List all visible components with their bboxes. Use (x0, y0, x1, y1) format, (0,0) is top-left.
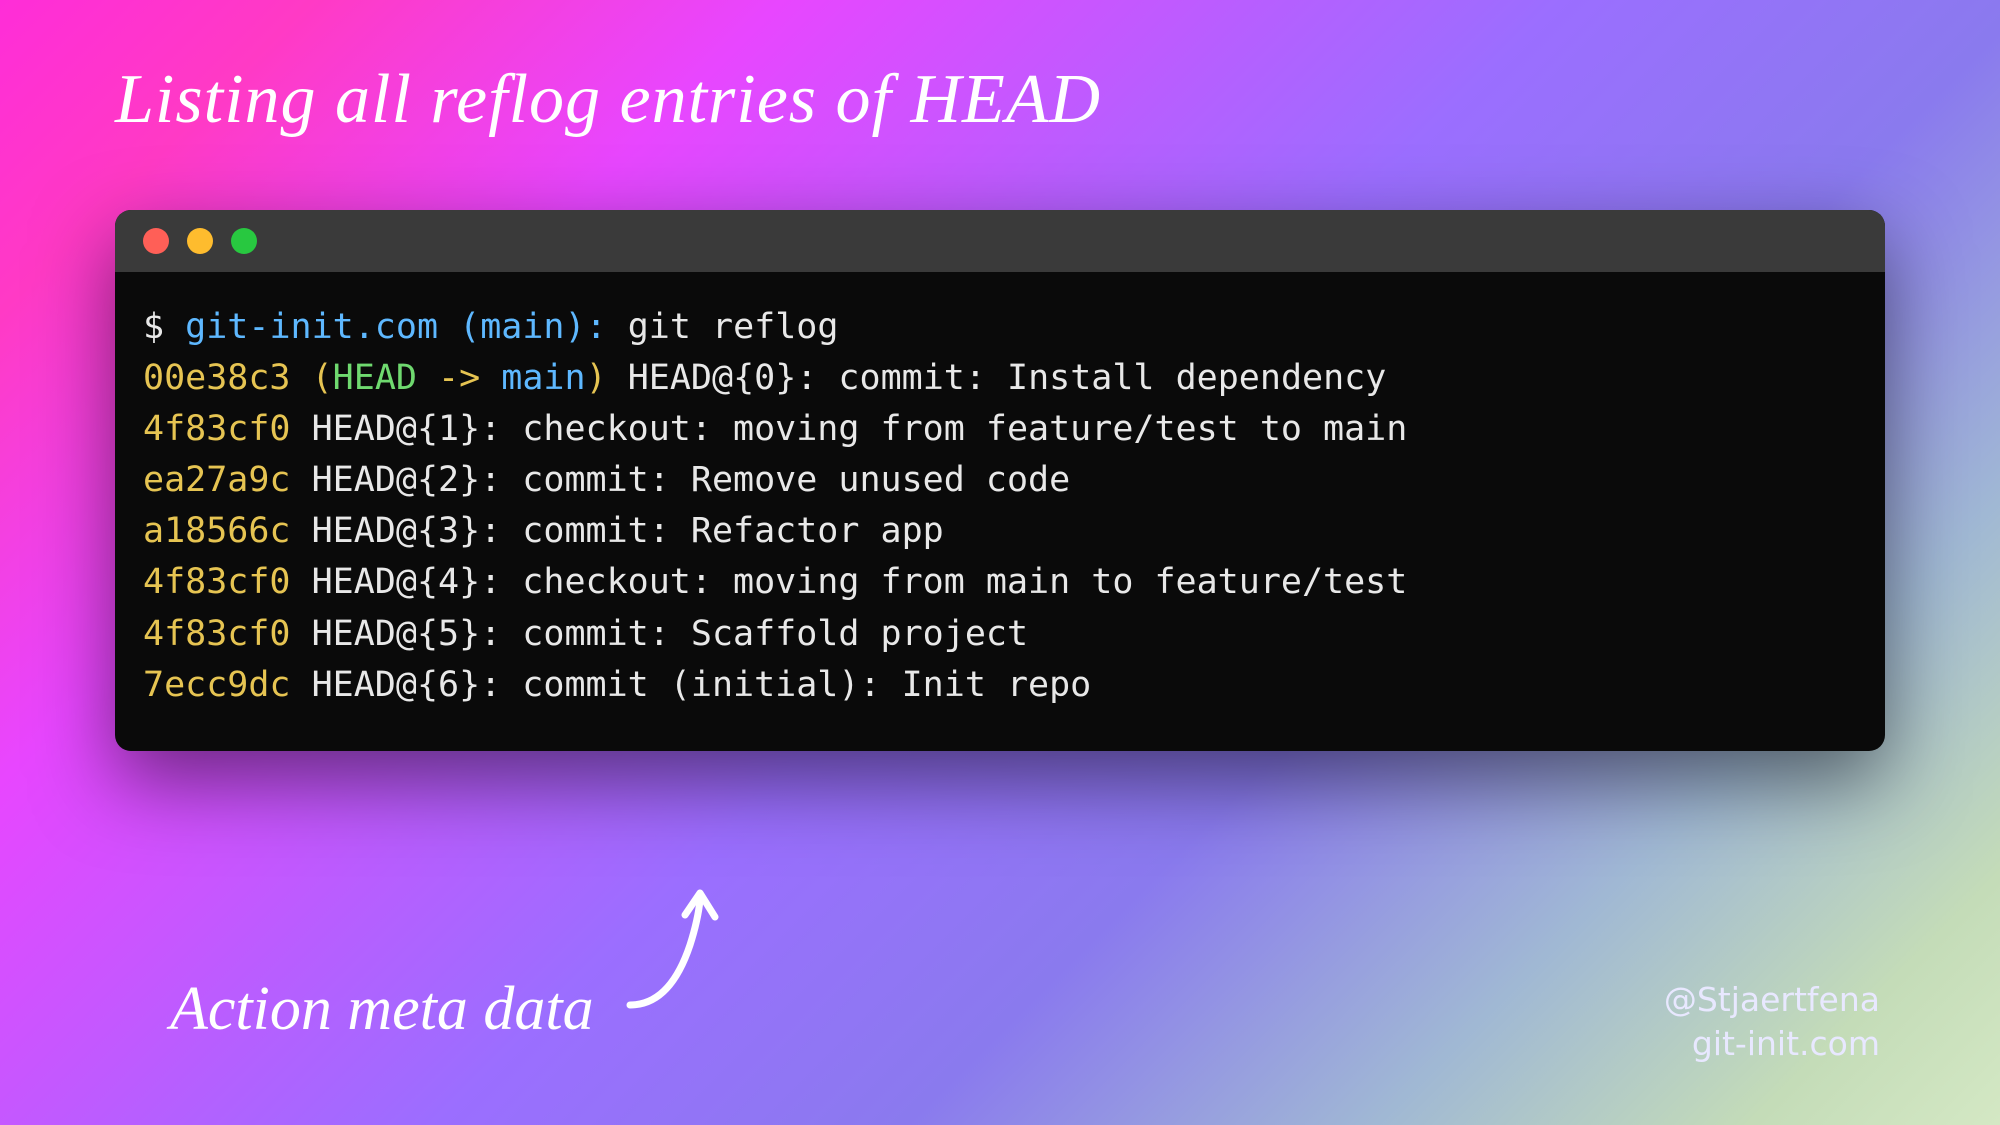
reflog-message: HEAD@{3}: commit: Refactor app (291, 511, 944, 551)
credits-site: git-init.com (1664, 1022, 1880, 1067)
reflog-line: 4f83cf0 HEAD@{1}: checkout: moving from … (143, 404, 1857, 455)
commit-hash: 00e38c3 (143, 358, 291, 398)
arrow: -> (417, 358, 501, 398)
commit-hash: ea27a9c (143, 460, 291, 500)
credits: @Stjaertfena git-init.com (1664, 978, 1880, 1067)
prompt-host: git-init.com (185, 307, 438, 347)
paren-close: ) (586, 358, 607, 398)
reflog-message: HEAD@{2}: commit: Remove unused code (291, 460, 1071, 500)
maximize-icon[interactable] (231, 228, 257, 254)
reflog-message: HEAD@{5}: commit: Scaffold project (291, 614, 1029, 654)
commit-hash: 4f83cf0 (143, 409, 291, 449)
prompt-colon: : (586, 307, 607, 347)
minimize-icon[interactable] (187, 228, 213, 254)
commit-hash: 4f83cf0 (143, 562, 291, 602)
reflog-line: 7ecc9dc HEAD@{6}: commit (initial): Init… (143, 660, 1857, 711)
prompt-branch: main (480, 307, 564, 347)
branch-name: main (501, 358, 585, 398)
terminal-window: $ git-init.com (main): git reflog 00e38c… (115, 210, 1885, 751)
reflog-message: HEAD@{0}: commit: Install dependency (607, 358, 1387, 398)
reflog-message: HEAD@{4}: checkout: moving from main to … (291, 562, 1408, 602)
commit-hash: 7ecc9dc (143, 665, 291, 705)
terminal-body: $ git-init.com (main): git reflog 00e38c… (115, 272, 1885, 751)
reflog-line: 4f83cf0 HEAD@{4}: checkout: moving from … (143, 557, 1857, 608)
reflog-line: a18566c HEAD@{3}: commit: Refactor app (143, 506, 1857, 557)
commit-hash: a18566c (143, 511, 291, 551)
paren-open: ( (312, 358, 333, 398)
close-icon[interactable] (143, 228, 169, 254)
reflog-message: HEAD@{1}: checkout: moving from feature/… (291, 409, 1408, 449)
terminal-titlebar (115, 210, 1885, 272)
reflog-line: 4f83cf0 HEAD@{5}: commit: Scaffold proje… (143, 609, 1857, 660)
reflog-output: 00e38c3 (HEAD -> main) HEAD@{0}: commit:… (143, 353, 1857, 711)
command: git reflog (628, 307, 839, 347)
annotation-label: Action meta data (170, 974, 594, 1045)
reflog-message: HEAD@{6}: commit (initial): Init repo (291, 665, 1092, 705)
prompt-line: $ git-init.com (main): git reflog (143, 302, 1857, 353)
head-ref: HEAD (333, 358, 417, 398)
reflog-line: 00e38c3 (HEAD -> main) HEAD@{0}: commit:… (143, 353, 1857, 404)
credits-handle: @Stjaertfena (1664, 978, 1880, 1023)
annotation-arrow-icon (620, 885, 740, 1025)
commit-hash: 4f83cf0 (143, 614, 291, 654)
prompt-branch-close: ) (564, 307, 585, 347)
prompt-branch-open: ( (459, 307, 480, 347)
prompt-dollar: $ (143, 307, 164, 347)
reflog-line: ea27a9c HEAD@{2}: commit: Remove unused … (143, 455, 1857, 506)
slide-title: Listing all reflog entries of HEAD (115, 60, 1101, 140)
